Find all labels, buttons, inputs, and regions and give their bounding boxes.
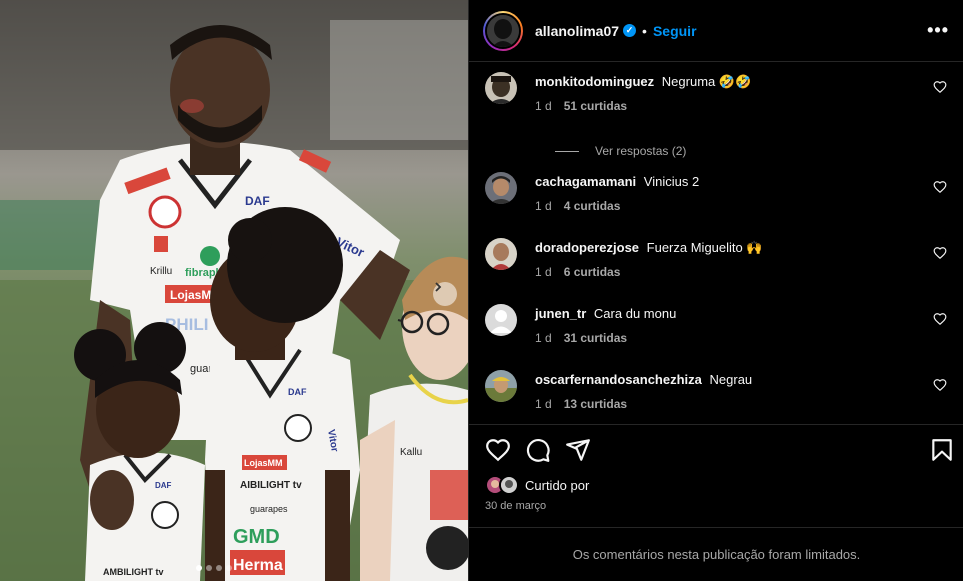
avatar-image [501,477,517,493]
avatar-image [487,14,519,47]
comment-username[interactable]: doradoperezjose [535,240,639,255]
default-avatar-icon [485,304,517,336]
post-actions-bar [469,424,963,474]
comment-likes[interactable]: 31 curtidas [564,331,627,345]
liked-by-label[interactable]: Curtido por [525,478,589,493]
comment-likes[interactable]: 4 curtidas [564,199,621,213]
comment-username[interactable]: oscarfernandosanchezhiza [535,372,702,387]
avatar-image [485,370,517,402]
commenter-avatar[interactable] [485,304,517,336]
liker-avatar[interactable] [499,475,519,495]
comment-username[interactable]: cachagamamani [535,174,636,189]
share-send-icon[interactable] [565,437,591,463]
post-date[interactable]: 30 de março [485,500,546,512]
commenter-avatar[interactable] [485,172,517,204]
chevron-right-icon [435,282,442,292]
svg-text:AIBILIGHT tv: AIBILIGHT tv [240,480,302,491]
separator-dot: • [642,22,647,39]
comments-limited-notice: Os comentários nesta publicação foram li… [469,527,963,581]
comment-text: Fuerza Miguelito 🙌 [646,240,763,255]
comment-text: Negrau [709,372,753,387]
avatar-image [485,172,517,204]
view-replies-label: Ver respostas (2) [595,144,687,158]
comment-age[interactable]: 1 d [535,199,552,213]
child-middle: LojasMM AIBILIGHT tv guarapes GMD Herma … [205,207,360,581]
carousel-dot [216,565,222,571]
comment-username[interactable]: junen_tr [535,306,586,321]
replies-divider [555,150,579,152]
commenter-avatar[interactable] [485,238,517,270]
carousel-dot [206,565,212,571]
verified-badge-icon: ✓ [623,24,637,37]
carousel-dot [196,565,202,571]
carousel-dots [196,565,232,571]
comment-bubble-icon[interactable] [525,437,551,463]
comment-age[interactable]: 1 d [535,265,552,279]
comment-likes[interactable]: 13 curtidas [564,397,627,411]
carousel-dot [226,565,232,571]
svg-text:Kallu: Kallu [400,447,422,458]
avatar-image [485,238,517,270]
svg-text:GMD: GMD [233,526,280,548]
avatar-image [485,72,517,104]
heart-icon[interactable] [933,378,947,392]
svg-text:LojasMM: LojasMM [244,458,283,468]
svg-text:AMBILIGHT tv: AMBILIGHT tv [103,567,164,577]
svg-text:guarapes: guarapes [250,504,288,514]
svg-text:Herma: Herma [233,557,283,574]
post-photo[interactable]: LojasMM DAF Vitor fibraplac Krillu PHILI… [0,0,468,581]
heart-icon[interactable] [933,246,947,260]
author-username[interactable]: allanolima07 [535,23,619,39]
svg-text:DAF: DAF [288,387,307,397]
comment-text: Cara du monu [593,306,677,321]
liked-by-row: Curtido por [485,475,589,495]
comment-likes[interactable]: 51 curtidas [564,99,627,113]
carousel-next-button[interactable] [433,282,457,306]
heart-icon[interactable] [933,180,947,194]
like-heart-icon[interactable] [485,437,511,463]
author-avatar[interactable] [483,10,523,51]
comment-age[interactable]: 1 d [535,331,552,345]
svg-text:Krillu: Krillu [150,266,172,277]
commenter-avatar[interactable] [485,370,517,402]
commenter-avatar[interactable] [485,72,517,104]
comment-text: Negruma 🤣🤣 [661,74,752,89]
follow-button[interactable]: Seguir [653,23,697,39]
post-details-panel: allanolima07 ✓ • Seguir ••• monkitodomin… [468,0,963,581]
post-header: allanolima07 ✓ • Seguir ••• [469,0,963,62]
more-options-icon[interactable]: ••• [927,20,949,41]
heart-icon[interactable] [933,312,947,326]
comment-username[interactable]: monkitodominguez [535,74,654,89]
heart-icon[interactable] [933,80,947,94]
svg-text:DAF: DAF [155,481,172,490]
svg-text:DAF: DAF [245,194,270,208]
comment-text: Vinicius 2 [643,174,700,189]
comments-limited-text: Os comentários nesta publicação foram li… [572,547,861,562]
view-replies-button[interactable]: Ver respostas (2) [555,144,686,158]
comment-likes[interactable]: 6 curtidas [564,265,621,279]
comments-list: monkitodominguez Negruma 🤣🤣 1 d 51 curti… [469,62,963,424]
comment-age[interactable]: 1 d [535,397,552,411]
comment-age[interactable]: 1 d [535,99,552,113]
photo-illustration: LojasMM DAF Vitor fibraplac Krillu PHILI… [0,0,468,581]
bookmark-icon[interactable] [929,437,955,463]
